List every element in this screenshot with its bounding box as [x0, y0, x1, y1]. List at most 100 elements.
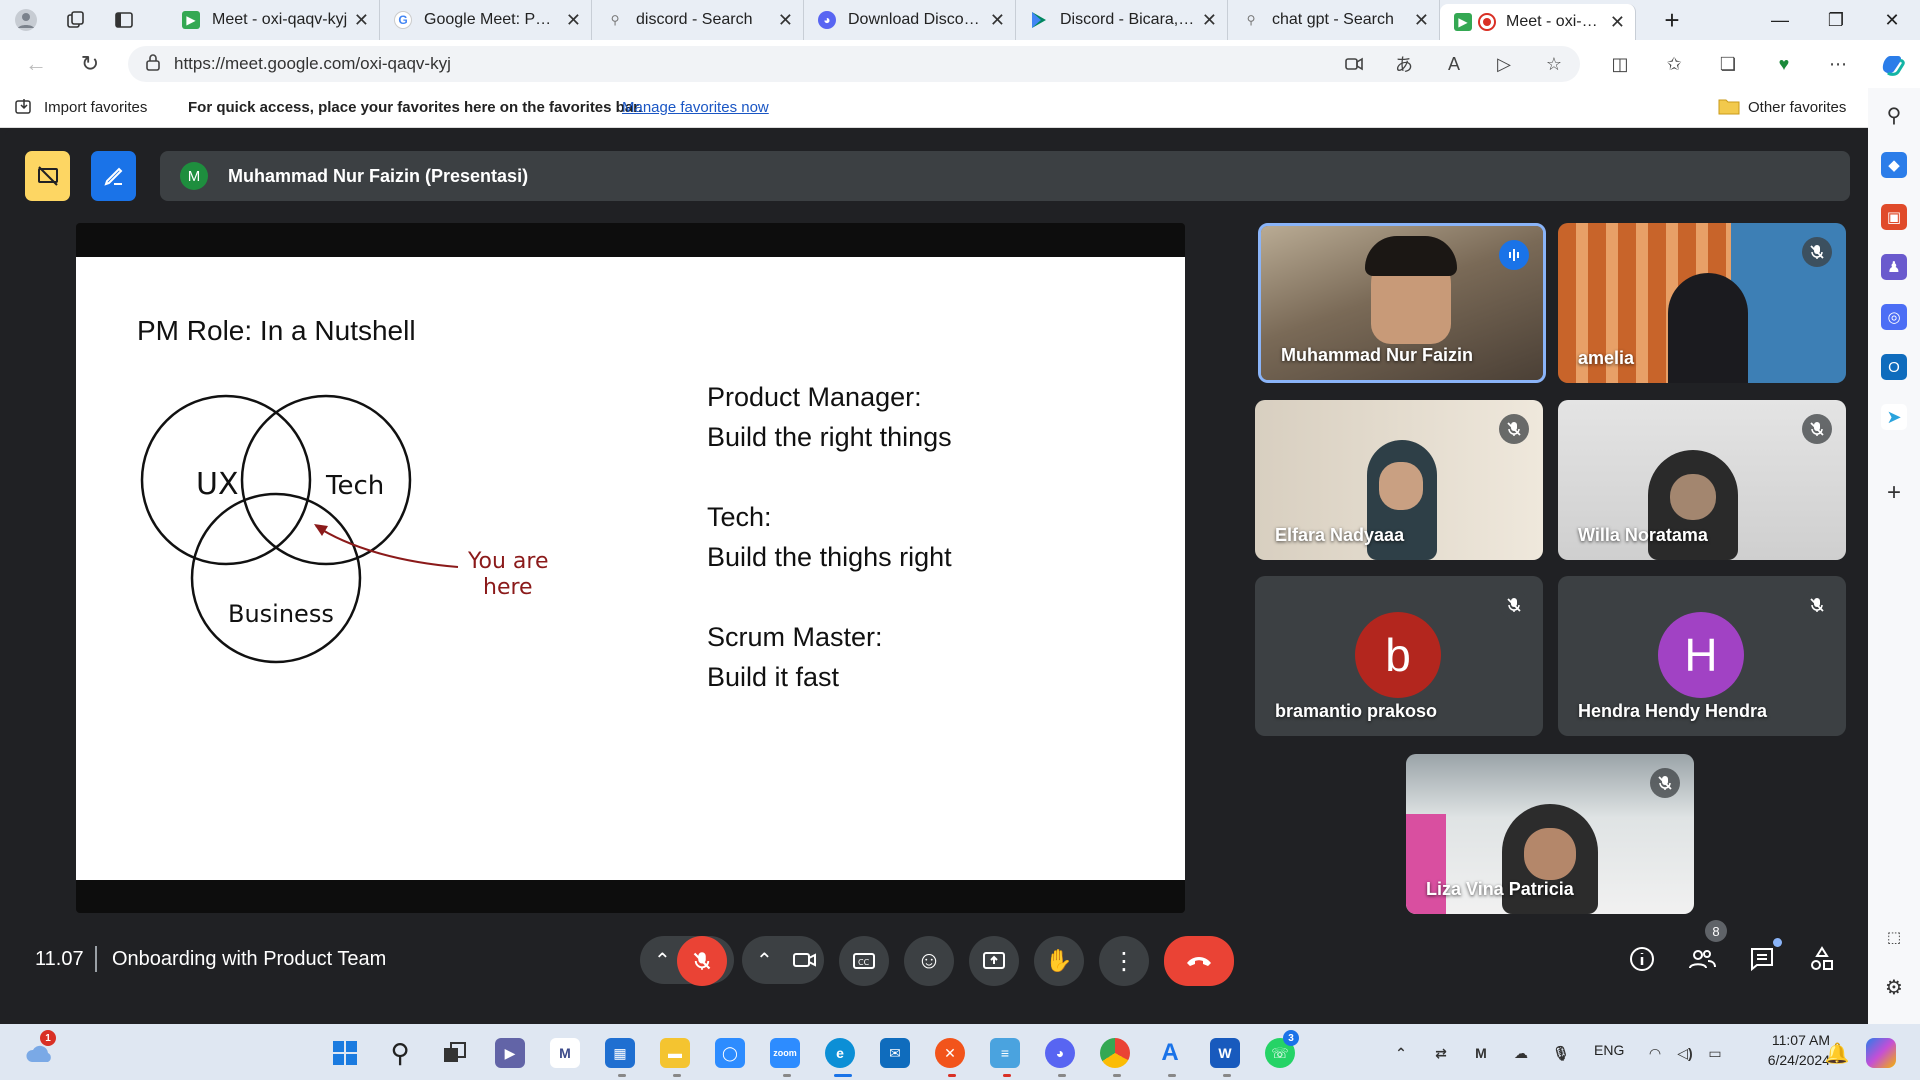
notepad-icon[interactable]: ≡ [990, 1038, 1020, 1068]
close-icon[interactable]: ✕ [566, 10, 581, 31]
participant-tile[interactable]: Elfara Nadyaaa [1255, 400, 1543, 560]
microphone-icon[interactable]: 🎙 [1546, 1038, 1576, 1068]
weather-icon[interactable]: 1 [26, 1030, 56, 1068]
close-icon[interactable]: ✕ [1610, 12, 1625, 33]
close-icon[interactable]: ✕ [1414, 10, 1429, 31]
tab-chatgpt-search[interactable]: ⚲ chat gpt - Search ✕ [1228, 0, 1440, 40]
people-button[interactable]: 8 [1679, 920, 1727, 982]
zoom-icon[interactable]: zoom [770, 1038, 800, 1068]
tab-meet-active[interactable]: ▶ Meet - oxi-qaq ✕ [1440, 4, 1636, 40]
camera-in-use-icon[interactable] [1340, 50, 1368, 78]
workspaces-icon[interactable] [52, 0, 100, 40]
participant-tile[interactable]: Willa Noratama [1558, 400, 1846, 560]
browser-essentials-icon[interactable]: ♥ [1770, 50, 1798, 78]
other-favorites-link[interactable]: Other favorites [1748, 99, 1846, 116]
favorite-star-icon[interactable]: ☆ [1540, 50, 1568, 78]
clock-date[interactable]: 6/24/2024 [1750, 1052, 1830, 1068]
app-icon[interactable]: A [1155, 1038, 1185, 1068]
minimize-icon[interactable]: — [1752, 0, 1808, 40]
clock-time[interactable]: 11:07 AM [1750, 1032, 1830, 1048]
split-screen-icon[interactable]: ◫ [1606, 50, 1634, 78]
meeting-details-button[interactable] [1619, 936, 1665, 982]
annotate-icon[interactable] [91, 151, 136, 201]
present-screen-button[interactable] [969, 936, 1019, 986]
telegram-icon[interactable]: ➤ [1881, 404, 1907, 430]
reactions-button[interactable]: ☺ [904, 936, 954, 986]
screenshot-icon[interactable]: ⬚ [1881, 924, 1907, 950]
participant-tile[interactable]: amelia [1558, 223, 1846, 383]
close-icon[interactable]: ✕ [778, 10, 793, 31]
close-icon[interactable]: ✕ [1202, 10, 1217, 31]
more-options-icon[interactable]: ⋯ [1824, 50, 1852, 78]
taskbar-search-icon[interactable]: ⚲ [385, 1038, 415, 1068]
participant-tile[interactable]: Liza Vina Patricia [1406, 754, 1694, 914]
translate-icon[interactable]: あ [1390, 50, 1418, 78]
language-indicator[interactable]: ENG [1594, 1042, 1624, 1058]
sidebar-settings-icon[interactable]: ⚙ [1881, 974, 1907, 1000]
notifications-bell-icon[interactable]: 🔔 [1822, 1038, 1852, 1068]
whatsapp-icon[interactable]: ☏ 3 [1265, 1030, 1299, 1068]
immersive-reader-icon[interactable]: ▷ [1490, 50, 1518, 78]
window-close-icon[interactable]: ✕ [1864, 0, 1920, 40]
tab-google-meet-article[interactable]: G Google Meet: Pangg ✕ [380, 0, 592, 40]
chrome-icon[interactable] [1100, 1038, 1130, 1068]
profile-icon[interactable] [0, 0, 52, 40]
manage-favorites-link[interactable]: Manage favorites now [622, 99, 769, 116]
back-icon[interactable]: ← [14, 44, 58, 84]
games-icon[interactable]: ♟ [1881, 254, 1907, 280]
outlook-icon[interactable]: O [1881, 354, 1907, 380]
tools-icon[interactable]: ▣ [1881, 204, 1907, 230]
leave-call-button[interactable] [1164, 936, 1234, 986]
chat-button[interactable] [1739, 936, 1785, 982]
gmail-app-icon[interactable]: M [550, 1038, 580, 1068]
read-aloud-icon[interactable]: A [1440, 50, 1468, 78]
search-icon[interactable]: ⚲ [1881, 102, 1907, 128]
edge-icon[interactable]: e [825, 1038, 855, 1068]
chat-app-icon[interactable]: ◯ [715, 1038, 745, 1068]
wifi-icon[interactable]: ◠ [1640, 1038, 1670, 1068]
reload-icon[interactable]: ↻ [68, 44, 112, 84]
tray-gmail-icon[interactable]: M [1466, 1038, 1496, 1068]
shopping-icon[interactable]: ◆ [1881, 152, 1907, 178]
xampp-icon[interactable]: ✕ [935, 1038, 965, 1068]
tray-app-icon[interactable]: ⇄ [1426, 1038, 1456, 1068]
task-view-icon[interactable] [440, 1038, 470, 1068]
battery-icon[interactable]: ▭ [1700, 1038, 1730, 1068]
tab-download-discord[interactable]: ◕ Download Discord t ✕ [804, 0, 1016, 40]
discord-taskbar-icon[interactable]: ◕ [1045, 1038, 1075, 1068]
participant-tile[interactable]: Muhammad Nur Faizin [1258, 223, 1546, 383]
participant-tile[interactable]: H Hendra Hendy Hendra [1558, 576, 1846, 736]
more-options-button[interactable]: ⋮ [1099, 936, 1149, 986]
volume-icon[interactable]: ◁) [1670, 1038, 1700, 1068]
teams-icon[interactable]: ▶ [495, 1038, 525, 1068]
copilot-icon[interactable] [1878, 50, 1906, 78]
stop-presenting-icon[interactable] [25, 151, 70, 201]
tab-discord-playstore[interactable]: Discord - Bicara, Ma ✕ [1016, 0, 1228, 40]
onedrive-icon[interactable]: ☁ [1506, 1038, 1536, 1068]
new-tab-icon[interactable]: + [1644, 0, 1700, 40]
tab-actions-icon[interactable] [100, 0, 148, 40]
show-hidden-icons[interactable]: ⌃ [1386, 1038, 1416, 1068]
raise-hand-button[interactable]: ✋ [1034, 936, 1084, 986]
collections-icon[interactable]: ❏ [1714, 50, 1742, 78]
activities-button[interactable] [1799, 936, 1845, 982]
favorites-icon[interactable]: ✩ [1660, 50, 1688, 78]
microsoft-store-icon[interactable]: ▦ [605, 1038, 635, 1068]
import-favorites-link[interactable]: Import favorites [44, 99, 147, 116]
microsoft-365-icon[interactable]: ◎ [1881, 304, 1907, 330]
copilot-taskbar-icon[interactable] [1866, 1038, 1896, 1068]
mic-toggle-button[interactable] [677, 936, 727, 986]
close-icon[interactable]: ✕ [354, 10, 369, 31]
video-options-button[interactable]: ⌃ [742, 936, 824, 984]
tab-meet-1[interactable]: ▶ Meet - oxi-qaqv-kyj ✕ [168, 0, 380, 40]
add-sidebar-icon[interactable]: + [1881, 479, 1907, 506]
file-explorer-icon[interactable]: ▬ [660, 1038, 690, 1068]
restore-icon[interactable]: ❐ [1808, 0, 1864, 40]
tab-discord-search[interactable]: ⚲ discord - Search ✕ [592, 0, 804, 40]
import-favorites-icon[interactable] [14, 97, 34, 121]
close-icon[interactable]: ✕ [990, 10, 1005, 31]
word-icon[interactable]: W [1210, 1038, 1240, 1068]
start-icon[interactable] [330, 1038, 360, 1068]
participant-tile[interactable]: b bramantio prakoso [1255, 576, 1543, 736]
captions-button[interactable]: CC [839, 936, 889, 986]
